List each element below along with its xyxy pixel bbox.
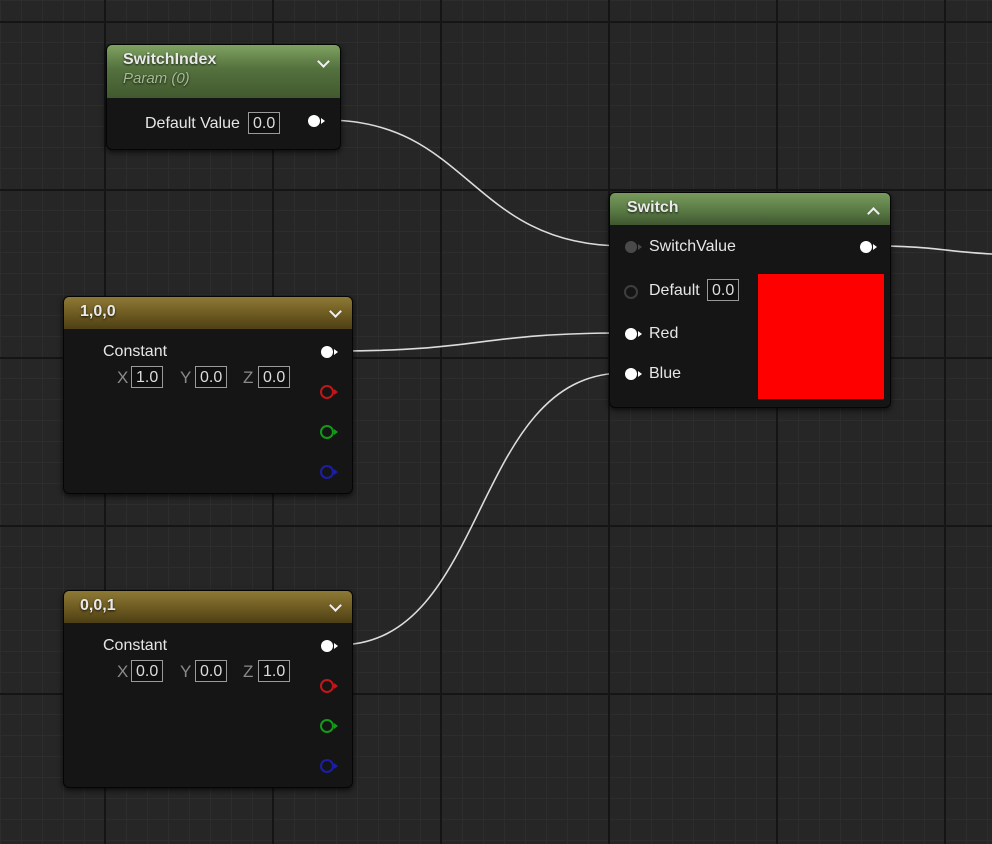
default-field[interactable]: 0.0 [707,279,740,301]
y-label: Y [180,662,192,681]
switch-index-node[interactable]: SwitchIndex Param (0) Default Value 0.0 [106,44,341,150]
color-preview-swatch [758,274,884,399]
wire-switchindex-to-switchvalue[interactable] [325,119,625,247]
x-field[interactable]: 1.0 [131,366,164,388]
rgb-output-pin-icon[interactable] [321,640,338,652]
constant-node-1-0-0[interactable]: 1,0,0 Constant X 1.0 Y 0.0 Z 0.0 [63,296,353,494]
default-value-label: Default Value [145,115,240,132]
z-label: Z [243,368,254,387]
wire-const-a-to-red[interactable] [337,332,625,352]
constant-title: 1,0,0 [80,303,116,320]
wire-switch-output[interactable] [877,245,992,255]
z-field[interactable]: 0.0 [258,366,291,388]
y-field[interactable]: 0.0 [195,366,228,388]
blue-channel-pin-icon[interactable] [320,465,338,479]
green-channel-pin-icon[interactable] [320,719,338,733]
switch-index-header[interactable]: SwitchIndex Param (0) [107,45,340,98]
x-field[interactable]: 0.0 [131,660,164,682]
constant-output-label: Constant [103,343,168,360]
y-label: Y [180,368,192,387]
wire-const-b-to-blue[interactable] [337,372,625,646]
switch-header[interactable]: Switch [610,193,890,225]
red-channel-pin-icon[interactable] [320,385,338,399]
blue-input-pin-icon[interactable] [625,368,642,380]
output-pin-icon[interactable] [308,115,325,127]
switch-value-pin-icon[interactable] [625,241,642,253]
green-channel-pin-icon[interactable] [320,425,338,439]
y-field[interactable]: 0.0 [195,660,228,682]
switch-value-label: SwitchValue [649,238,736,255]
z-field[interactable]: 1.0 [258,660,291,682]
constant-output-label: Constant [103,637,168,654]
x-label: X [117,368,129,387]
default-pin-icon[interactable] [624,285,638,299]
rgb-output-pin-icon[interactable] [321,346,338,358]
constant-title: 0,0,1 [80,597,116,614]
x-label: X [117,662,129,681]
default-label: Default [649,282,700,299]
constant-node-0-0-1[interactable]: 0,0,1 Constant X 0.0 Y 0.0 Z 1.0 [63,590,353,788]
red-input-pin-icon[interactable] [625,328,642,340]
constant-header[interactable]: 0,0,1 [64,591,352,623]
switch-output-pin-icon[interactable] [860,241,877,253]
z-label: Z [243,662,254,681]
red-channel-pin-icon[interactable] [320,679,338,693]
switch-index-title: SwitchIndex [123,51,217,68]
blue-channel-pin-icon[interactable] [320,759,338,773]
red-input-label: Red [649,325,679,342]
switch-title: Switch [627,199,679,216]
switch-index-subtitle: Param (0) [123,70,190,87]
default-value-field[interactable]: 0.0 [248,112,281,134]
constant-header[interactable]: 1,0,0 [64,297,352,329]
blue-input-label: Blue [649,365,682,382]
switch-node[interactable]: Switch SwitchValue Default 0.0 Red Blue [609,192,891,408]
